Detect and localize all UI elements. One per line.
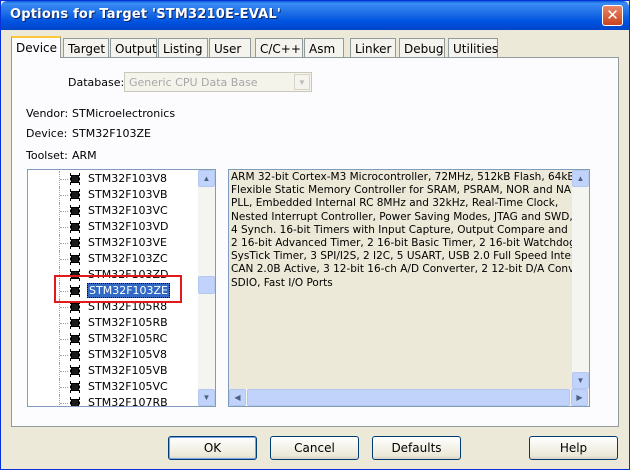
device-tree-scrollbar[interactable]: ▲ ▼ <box>198 170 215 406</box>
device-value: STM32F103ZE <box>72 127 151 140</box>
list-item[interactable]: STM32F103VC <box>28 203 198 219</box>
list-item[interactable]: STM32F107RB <box>28 395 198 407</box>
description-line: ARM 32-bit Cortex-M3 Microcontroller, 72… <box>231 171 586 183</box>
description-line: CAN 2.0B Active, 3 12-bit 16-ch A/D Conv… <box>231 263 586 276</box>
close-icon: ✕ <box>606 6 619 24</box>
list-item-label: STM32F103VB <box>88 188 168 201</box>
list-item-label: STM32F103ZC <box>88 252 168 265</box>
defaults-button[interactable]: Defaults <box>372 436 461 460</box>
device-label: Device: <box>26 127 68 140</box>
chevron-down-icon: ▼ <box>294 74 310 90</box>
tab-debug[interactable]: Debug <box>399 38 445 57</box>
chip-icon <box>69 381 81 393</box>
list-item[interactable]: STM32F103VD <box>28 219 198 235</box>
database-value: Generic CPU Data Base <box>129 76 258 89</box>
help-button[interactable]: Help <box>529 436 618 460</box>
list-item-label: STM32F103VE <box>88 236 167 249</box>
list-item[interactable]: STM32F105V8 <box>28 347 198 363</box>
scroll-right-icon[interactable]: ▶ <box>571 389 588 406</box>
list-item[interactable]: STM32F103V8 <box>28 171 198 187</box>
options-dialog: Options for Target 'STM3210E-EVAL' ✕ Dev… <box>0 0 630 470</box>
list-item-label: STM32F105VC <box>88 380 168 393</box>
scroll-down-icon[interactable]: ▼ <box>198 389 215 406</box>
tab-listing[interactable]: Listing <box>158 38 208 57</box>
chip-icon <box>69 365 81 377</box>
toolset-value: ARM <box>72 149 97 162</box>
scroll-up-icon[interactable]: ▲ <box>572 170 589 187</box>
scrollbar-thumb[interactable] <box>198 276 215 294</box>
description-line: 2 16-bit Advanced Timer, 2 16-bit Basic … <box>231 237 586 250</box>
list-item[interactable]: STM32F105VC <box>28 379 198 395</box>
list-item[interactable]: STM32F103VE <box>28 235 198 251</box>
tab-output[interactable]: Output <box>110 38 157 57</box>
list-item-label: STM32F105VB <box>88 364 168 377</box>
vendor-label: Vendor: <box>26 107 69 120</box>
device-description: ARM 32-bit Cortex-M3 Microcontroller, 72… <box>228 169 590 407</box>
list-item-label: STM32F103VC <box>88 204 168 217</box>
list-item-label: STM32F105RB <box>88 316 168 329</box>
description-line: SysTick Timer, 3 SPI/I2S, 2 I2C, 5 USART… <box>231 250 586 263</box>
description-text: ARM 32-bit Cortex-M3 Microcontroller, 72… <box>231 171 586 290</box>
toolset-label: Toolset: <box>26 149 68 162</box>
list-item[interactable]: STM32F105VB <box>28 363 198 379</box>
tab-asm[interactable]: Asm <box>304 38 344 57</box>
tab-c-cpp[interactable]: C/C++ <box>255 38 303 57</box>
description-line: PLL, Embedded Internal RC 8MHz and 32kHz… <box>231 197 559 210</box>
chip-icon <box>69 189 81 201</box>
tab-device[interactable]: Device <box>11 36 61 58</box>
ok-button[interactable]: OK <box>168 436 257 460</box>
list-item-label: STM32F105RC <box>88 332 168 345</box>
description-line: SDIO, Fast I/O Ports <box>231 276 333 289</box>
database-label: Database: <box>68 76 125 89</box>
scroll-up-icon[interactable]: ▲ <box>198 170 215 187</box>
tab-utilities[interactable]: Utilities <box>448 38 498 57</box>
list-item[interactable]: STM32F105RB <box>28 315 198 331</box>
scroll-down-icon[interactable]: ▼ <box>572 372 589 389</box>
chip-icon <box>69 317 81 329</box>
database-select[interactable]: Generic CPU Data Base ▼ <box>124 72 312 92</box>
tab-user[interactable]: User <box>209 38 251 57</box>
chip-icon <box>69 173 81 185</box>
hscrollbar-thumb[interactable] <box>247 389 570 406</box>
chip-icon <box>69 349 81 361</box>
chip-icon <box>69 253 81 265</box>
close-button[interactable]: ✕ <box>602 5 623 26</box>
title-bar[interactable]: Options for Target 'STM3210E-EVAL' ✕ <box>1 1 629 30</box>
description-line: Flexible Static Memory Controller for SR… <box>231 184 586 197</box>
list-item[interactable]: STM32F103ZC <box>28 251 198 267</box>
description-hscrollbar[interactable]: ◀ ▶ <box>229 389 589 406</box>
list-item-label: STM32F103V8 <box>88 172 168 185</box>
tab-linker[interactable]: Linker <box>350 38 396 57</box>
list-item-label: STM32F103VD <box>88 220 169 233</box>
chip-icon <box>69 333 81 345</box>
scroll-left-icon[interactable]: ◀ <box>229 389 246 406</box>
chip-icon <box>69 237 81 249</box>
list-item-label: STM32F107RB <box>88 396 168 407</box>
selection-highlight-box <box>54 275 182 303</box>
chip-icon <box>69 397 81 406</box>
description-vscrollbar[interactable]: ▲ ▼ <box>572 170 589 389</box>
description-line: Nested Interrupt Controller, Power Savin… <box>231 210 573 223</box>
vendor-value: STMicroelectronics <box>72 107 176 120</box>
list-item[interactable]: STM32F103VB <box>28 187 198 203</box>
window-title: Options for Target 'STM3210E-EVAL' <box>10 7 282 22</box>
chip-icon <box>69 205 81 217</box>
list-item[interactable]: STM32F105RC <box>28 331 198 347</box>
chip-icon <box>69 221 81 233</box>
description-line: 4 Synch. 16-bit Timers with Input Captur… <box>231 223 586 236</box>
tab-target[interactable]: Target <box>63 38 109 57</box>
cancel-button[interactable]: Cancel <box>270 436 359 460</box>
list-item-label: STM32F105V8 <box>88 348 168 361</box>
